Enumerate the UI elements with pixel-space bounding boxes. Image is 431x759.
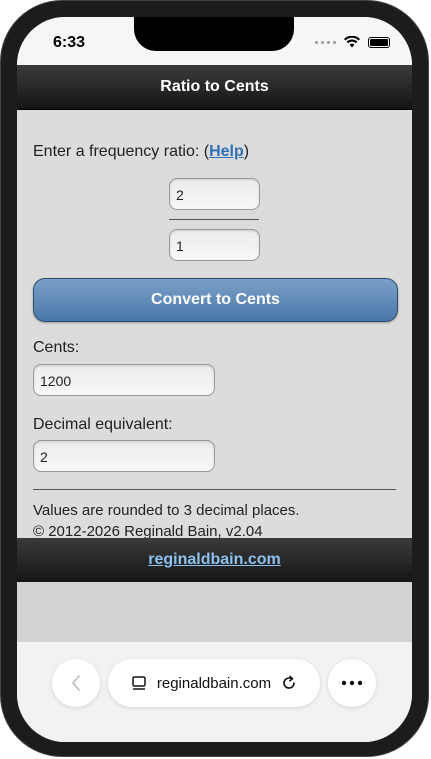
page-blank-area (17, 582, 412, 642)
back-button[interactable] (52, 659, 100, 707)
dynamic-island (134, 17, 294, 51)
screen: 6:33 Ratio to Cents Enter a frequency ra… (17, 17, 412, 742)
numerator-input[interactable]: 2 (169, 178, 260, 210)
more-button[interactable] (328, 659, 376, 707)
page-footer: reginaldbain.com (17, 538, 412, 582)
browser-toolbar: reginaldbain.com (17, 642, 412, 742)
reload-icon[interactable] (281, 675, 297, 691)
reader-icon[interactable] (131, 675, 147, 691)
denominator-input[interactable]: 1 (169, 229, 260, 261)
main-content: Enter a frequency ratio: (Help) 2 1 Conv… (17, 110, 412, 540)
help-link[interactable]: Help (209, 143, 244, 160)
cents-label: Cents: (33, 339, 80, 356)
signal-icon (315, 40, 336, 44)
ratio-prompt-text: Enter a frequency ratio: ( (33, 143, 210, 160)
rounding-note: Values are rounded to 3 decimal places. (33, 502, 300, 519)
convert-to-cents-button[interactable]: Convert to Cents (33, 278, 398, 322)
chevron-left-icon (72, 675, 80, 691)
cents-output[interactable]: 1200 (33, 364, 215, 396)
ellipsis-icon (341, 680, 363, 686)
footer-link[interactable]: reginaldbain.com (148, 551, 280, 569)
page-title: Ratio to Cents (160, 78, 269, 95)
status-bar: 6:33 (17, 17, 412, 65)
decimal-label: Decimal equivalent: (33, 416, 173, 433)
phone-frame: 6:33 Ratio to Cents Enter a frequency ra… (0, 0, 429, 757)
wifi-icon (344, 36, 360, 48)
ratio-prompt: Enter a frequency ratio: (Help) (33, 143, 249, 161)
battery-icon (368, 36, 390, 48)
decimal-output[interactable]: 2 (33, 440, 215, 472)
url-text: reginaldbain.com (156, 674, 272, 692)
ratio-prompt-close: ) (243, 143, 250, 160)
divider (33, 489, 396, 490)
status-time: 6:33 (53, 34, 86, 51)
status-icons (315, 36, 390, 48)
page-header: Ratio to Cents (17, 65, 412, 110)
fraction-bar (169, 219, 259, 220)
address-bar[interactable]: reginaldbain.com (108, 659, 320, 707)
